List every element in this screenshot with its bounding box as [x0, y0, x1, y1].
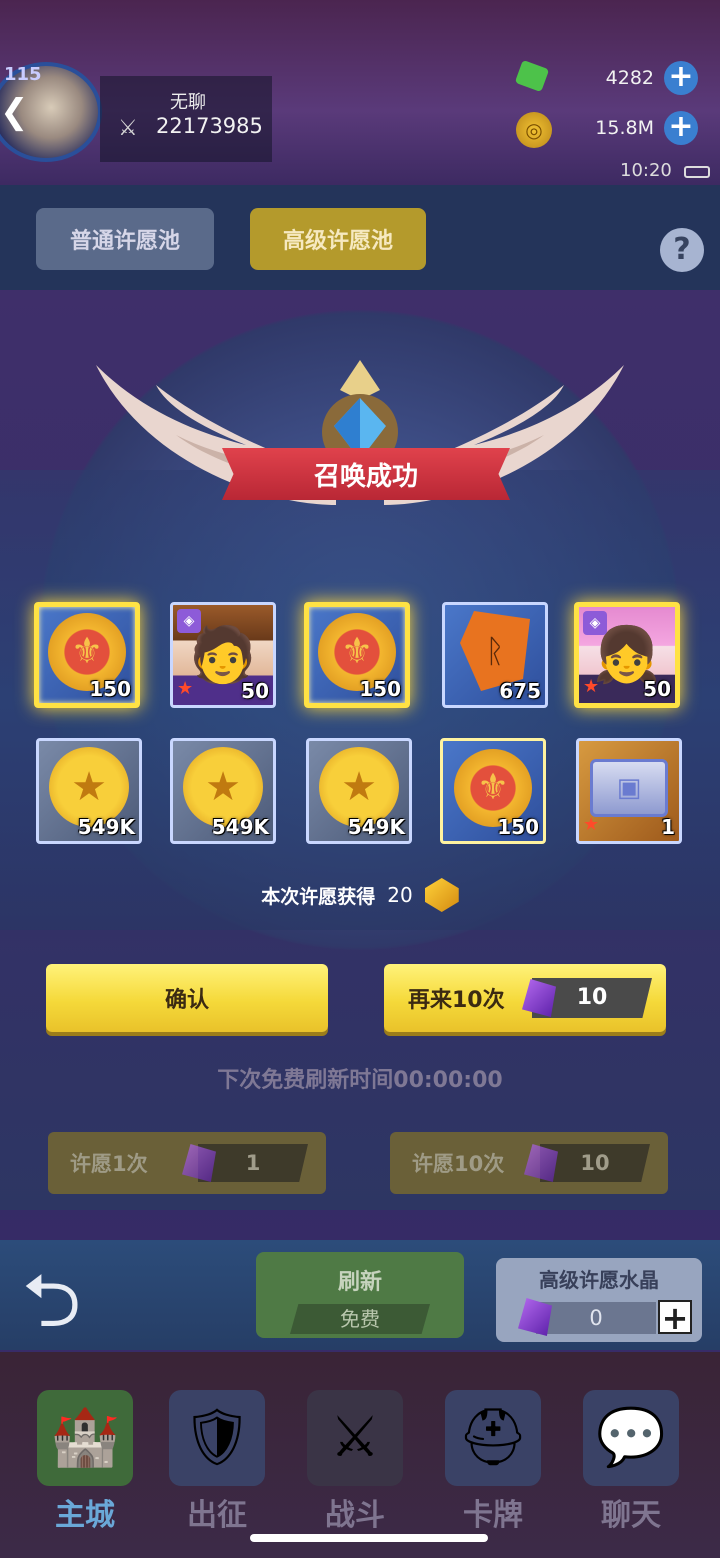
summon-success-banner: 召唤成功 [222, 448, 510, 500]
add-gems-button[interactable]: + [664, 61, 698, 95]
earned-label: 本次许愿获得 [261, 885, 376, 908]
reward-item[interactable]: ★ 549K [170, 738, 276, 844]
nav-label: 战斗 [325, 1498, 385, 1533]
gold-gem-icon [424, 878, 459, 912]
wish-ten-cost: 10 [540, 1144, 650, 1182]
refresh-button[interactable]: 刷新 免费 [256, 1252, 464, 1338]
reward-count: 549K [77, 815, 135, 839]
back-arrow-icon[interactable]: ⮌ [22, 1264, 122, 1338]
reward-item[interactable]: ᚱ 675 [442, 602, 548, 708]
treasure-chest-icon: ▣ [590, 759, 668, 817]
star-icon: ★ [583, 676, 600, 697]
gold-resource: 15.8M + [595, 110, 698, 146]
wish-ten-button[interactable]: 许愿10次 10 [390, 1132, 668, 1194]
reward-count: 150 [497, 815, 539, 839]
advanced-crystal-box: 高级许愿水晶 0 + [496, 1258, 702, 1342]
add-gold-button[interactable]: + [664, 111, 698, 145]
nav-label: 聊天 [601, 1498, 661, 1533]
nav-label: 卡牌 [463, 1498, 523, 1533]
star-icon: ★ [583, 814, 600, 835]
reward-count: 675 [499, 679, 541, 703]
faction-icon: ◈ [177, 609, 201, 633]
reward-item[interactable]: 🧑 ◈ ★ 50 [170, 602, 276, 708]
reward-item[interactable]: ⚜ 150 [304, 602, 410, 708]
summon-again-button[interactable]: 再来10次 10 [384, 964, 666, 1032]
reward-count: 549K [347, 815, 405, 839]
reward-count: 150 [359, 677, 401, 701]
gold-count: 15.8M [595, 117, 654, 139]
gem-resource: 4282 + [606, 60, 698, 96]
add-crystal-button[interactable]: + [658, 1300, 692, 1334]
earned-summary: 本次许愿获得 20 [0, 870, 720, 920]
refresh-title: 刷新 [337, 1270, 382, 1295]
earned-value: 20 [387, 883, 413, 907]
reward-count: 1 [661, 815, 675, 839]
faction-icon: ◈ [583, 611, 607, 635]
gem-count: 4282 [605, 67, 654, 89]
reward-item[interactable]: ▣ ★ 1 [576, 738, 682, 844]
reward-item[interactable]: ⚜ 150 [440, 738, 546, 844]
nav-label: 出征 [187, 1498, 247, 1533]
star-icon: ★ [177, 678, 194, 699]
refresh-status: 免费 [290, 1304, 430, 1334]
reward-item[interactable]: 👧 ◈ ★ 50 [574, 602, 680, 708]
nav-main-city[interactable]: 🏰 主城 [20, 1380, 150, 1540]
reward-item[interactable]: ⚜ 150 [34, 602, 140, 708]
player-power: 22173985 [156, 114, 263, 138]
reward-count: 549K [211, 815, 269, 839]
tab-advanced-pool[interactable]: 高级许愿池 [250, 208, 426, 270]
reward-count: 50 [643, 677, 671, 701]
summon-again-label: 再来10次 [408, 988, 505, 1013]
battery-icon [684, 166, 710, 178]
free-refresh-timer: 下次免费刷新时间00:00:00 [217, 1068, 503, 1093]
clock: 10:20 [620, 160, 672, 181]
wish-once-label: 许愿1次 [70, 1152, 148, 1176]
tab-normal-pool[interactable]: 普通许愿池 [36, 208, 214, 270]
reward-item[interactable]: ★ 549K [306, 738, 412, 844]
crystal-count: 0 [536, 1302, 656, 1334]
nav-cards[interactable]: ⛑ 卡牌 [428, 1380, 558, 1540]
wish-ten-label: 许愿10次 [412, 1152, 505, 1176]
gold-coin-icon: ◎ [516, 112, 552, 148]
player-name: 无聊 [170, 92, 206, 113]
crossed-swords-icon: ⚔ [118, 116, 138, 141]
wish-once-button[interactable]: 许愿1次 1 [48, 1132, 326, 1194]
help-button[interactable]: ? [660, 228, 704, 272]
reward-item[interactable]: ★ 549K [36, 738, 142, 844]
nav-expedition[interactable]: 🛡 出征 [152, 1380, 282, 1540]
nav-battle[interactable]: ⚔ 战斗 [290, 1380, 420, 1540]
castle-icon: 🏰 [37, 1390, 133, 1486]
crossed-swords-icon: ⚔ [307, 1390, 403, 1486]
home-indicator[interactable] [250, 1534, 488, 1542]
summon-result-screen: 115 ❮ 无聊 ⚔ 22173985 4282 + ◎ 15.8M + 10:… [0, 0, 720, 1558]
wish-once-cost: 1 [198, 1144, 308, 1182]
reward-count: 50 [241, 679, 269, 703]
chat-bubble-icon: 💬 [583, 1390, 679, 1486]
reward-count: 150 [89, 677, 131, 701]
helmet-icon: ⛑ [445, 1390, 541, 1486]
chevron-left-icon[interactable]: ❮ [0, 92, 29, 132]
nav-label: 主城 [55, 1498, 115, 1533]
crystal-title: 高级许愿水晶 [539, 1268, 659, 1292]
shield-icon: 🛡 [169, 1390, 265, 1486]
nav-chat[interactable]: 💬 聊天 [566, 1380, 696, 1540]
player-level: 115 [4, 64, 42, 85]
confirm-button[interactable]: 确认 [46, 964, 328, 1032]
